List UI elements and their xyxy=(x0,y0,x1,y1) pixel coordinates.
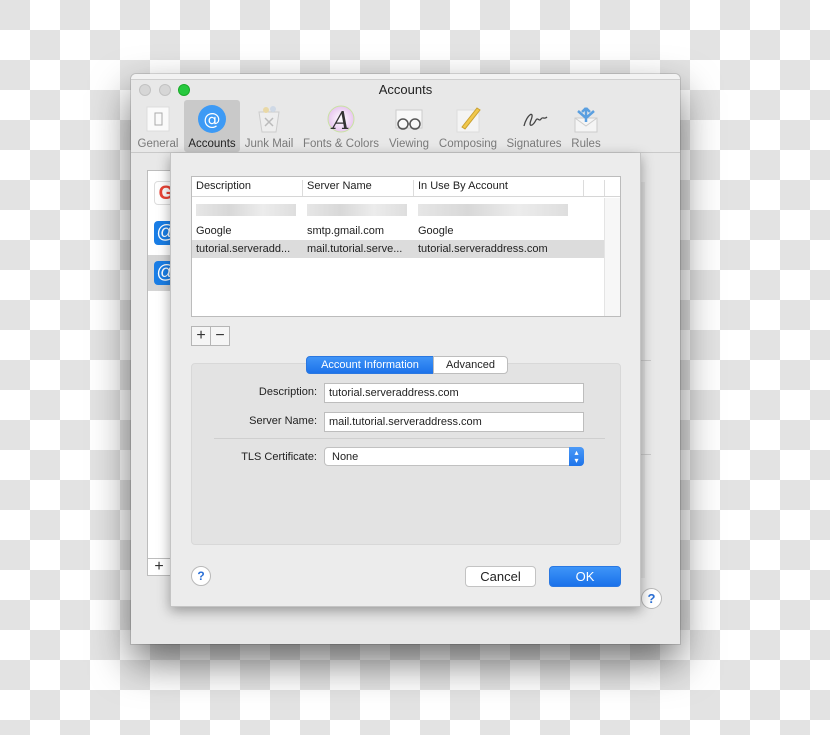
tab-advanced[interactable]: Advanced xyxy=(433,356,508,374)
general-switch-icon xyxy=(143,104,173,134)
toolbar-composing[interactable]: Composing xyxy=(434,100,502,152)
svg-text:A: A xyxy=(330,107,349,134)
table-row-selected[interactable]: tutorial.serveradd... mail.tutorial.serv… xyxy=(192,240,605,258)
preferences-toolbar: General @ Accounts Junk Mail A Fonts & C… xyxy=(131,100,680,153)
title-bar: Accounts xyxy=(131,80,680,100)
pencil-paper-icon xyxy=(453,104,483,134)
column-header-extra xyxy=(584,180,605,196)
table-body: Google smtp.gmail.com Google tutorial.se… xyxy=(192,198,605,316)
add-server-button[interactable]: + xyxy=(191,326,211,346)
toolbar-junk-mail[interactable]: Junk Mail xyxy=(242,100,296,152)
at-sign-icon: @ xyxy=(197,104,227,134)
help-button[interactable]: ? xyxy=(641,588,662,609)
redacted-cell xyxy=(307,204,407,216)
smtp-server-list-sheet: Description Server Name In Use By Accoun… xyxy=(170,153,641,607)
redacted-cell xyxy=(418,204,568,216)
toolbar-accounts[interactable]: @ Accounts xyxy=(184,100,240,152)
column-header-in-use-by-account[interactable]: In Use By Account xyxy=(414,180,584,196)
description-label: Description: xyxy=(258,386,317,398)
help-button[interactable]: ? xyxy=(191,566,211,586)
tab-account-information[interactable]: Account Information xyxy=(306,356,434,374)
toolbar-fonts-colors[interactable]: A Fonts & Colors xyxy=(299,100,383,152)
glasses-icon xyxy=(394,104,424,134)
table-scrollbar[interactable] xyxy=(604,198,620,316)
ok-button[interactable]: OK xyxy=(549,566,621,587)
window-title: Accounts xyxy=(378,82,433,97)
toolbar-rules[interactable]: Rules xyxy=(565,100,607,152)
tls-certificate-label: TLS Certificate: xyxy=(241,451,317,463)
remove-server-button[interactable]: − xyxy=(210,326,230,346)
cancel-button[interactable]: Cancel xyxy=(465,566,536,587)
divider xyxy=(214,438,605,439)
tls-certificate-value: None xyxy=(332,451,359,463)
junk-basket-icon xyxy=(254,104,284,134)
column-header-description[interactable]: Description xyxy=(192,180,303,196)
add-account-button[interactable]: + xyxy=(147,558,171,576)
description-field[interactable]: tutorial.serveraddress.com xyxy=(324,383,584,403)
svg-text:@: @ xyxy=(204,110,221,130)
toolbar-viewing[interactable]: Viewing xyxy=(386,100,432,152)
column-header-server-name[interactable]: Server Name xyxy=(303,180,414,196)
toolbar-general[interactable]: General xyxy=(135,100,181,152)
toolbar-signatures[interactable]: Signatures xyxy=(503,100,565,152)
signature-icon xyxy=(519,104,549,134)
server-name-field[interactable]: mail.tutorial.serveraddress.com xyxy=(324,412,584,432)
smtp-server-table: Description Server Name In Use By Accoun… xyxy=(191,176,621,317)
chevron-up-down-icon: ▴ ▾ xyxy=(569,447,584,466)
table-header: Description Server Name In Use By Accoun… xyxy=(192,177,620,197)
redacted-cell xyxy=(196,204,296,216)
table-row[interactable]: Google smtp.gmail.com Google xyxy=(192,222,605,240)
font-color-wheel-icon: A xyxy=(326,104,356,135)
envelope-arrows-icon xyxy=(571,104,601,134)
tls-certificate-select[interactable]: None ▴ ▾ xyxy=(324,447,584,466)
server-name-label: Server Name: xyxy=(249,415,317,427)
